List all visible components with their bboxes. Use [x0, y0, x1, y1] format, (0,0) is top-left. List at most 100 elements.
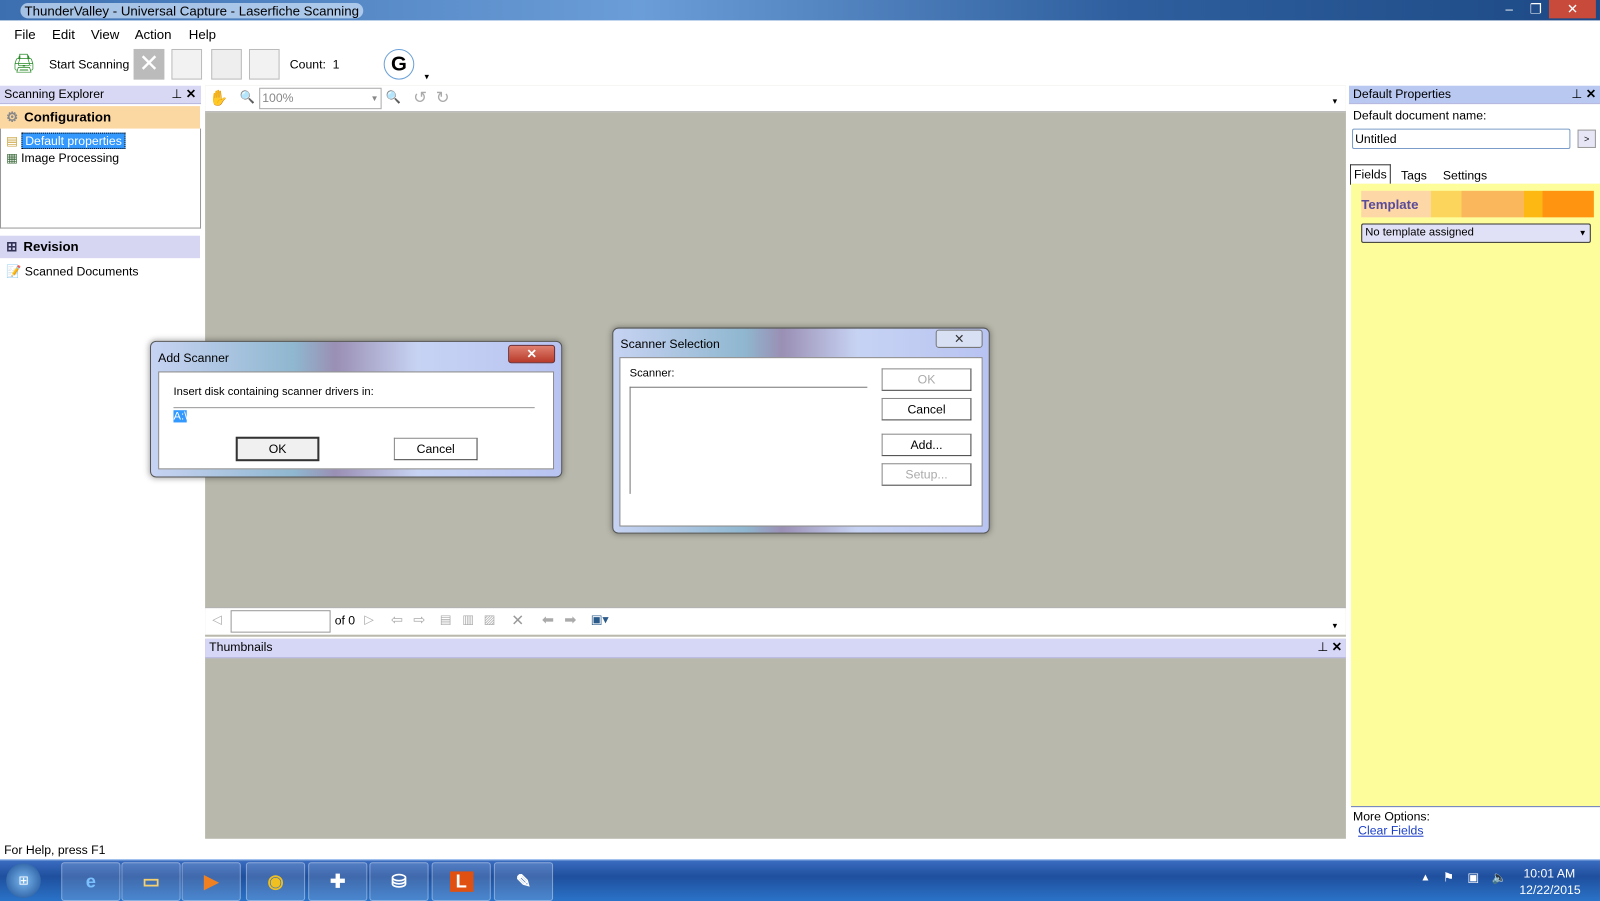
template-select[interactable]: No template assigned ▼	[1361, 223, 1591, 243]
add-button[interactable]: Add...	[881, 433, 972, 457]
nav-overflow-icon[interactable]: ▾	[1333, 620, 1338, 631]
prompt-label: Insert disk containing scanner drivers i…	[173, 385, 374, 398]
clock-date[interactable]: 12/22/2015	[1519, 883, 1580, 897]
laserfiche-icon[interactable]: L	[431, 862, 491, 901]
chrome-icon[interactable]: ◉	[245, 862, 306, 901]
configuration-label: Configuration	[24, 109, 112, 125]
insert-page-icon[interactable]: ▤	[440, 612, 452, 626]
image-page-icon[interactable]: ▨	[484, 612, 496, 626]
doc-name-input[interactable]: Untitled	[1352, 128, 1571, 149]
properties-title: Default Properties	[1353, 86, 1452, 102]
zoom-value: 100%	[262, 90, 294, 106]
back-arrow-icon[interactable]: ⇦	[391, 611, 403, 628]
revision-section[interactable]: ⊞ Revision	[0, 235, 200, 259]
rotate-left-icon[interactable]: ↺	[413, 88, 427, 108]
rotate-right-icon[interactable]: ↻	[436, 88, 450, 108]
delete-icon[interactable]: ✕	[511, 611, 524, 629]
template-header: Template	[1361, 190, 1594, 218]
scanner-app-icon[interactable]: ⛁	[369, 862, 429, 901]
menu-edit[interactable]: Edit	[52, 27, 75, 42]
tab-tags[interactable]: Tags	[1401, 168, 1427, 182]
zoom-select[interactable]: 100% ▼	[259, 87, 382, 110]
clock-time[interactable]: 10:01 AM	[1523, 866, 1575, 880]
menu-help[interactable]: Help	[189, 27, 216, 42]
start-scanning-button[interactable]: 🖨 Start Scanning	[10, 51, 130, 78]
ok-button[interactable]: OK	[235, 436, 320, 462]
scanning-app-icon[interactable]: ✎	[493, 862, 554, 901]
setup-button[interactable]: Setup...	[881, 463, 972, 486]
image-processing-label: Image Processing	[21, 151, 120, 166]
properties-header: Default Properties ⊥ ✕	[1348, 85, 1600, 105]
show-hidden-icons-icon[interactable]: ▲	[1420, 872, 1430, 883]
close-icon[interactable]: ✕	[935, 329, 983, 348]
menu-file[interactable]: File	[14, 27, 35, 42]
revision-icon: ⊞	[6, 238, 18, 255]
menu-view[interactable]: View	[91, 27, 120, 42]
forward-arrow-icon[interactable]: ⇨	[413, 611, 425, 628]
pin-icon[interactable]: ⊥	[171, 86, 182, 103]
thumbnails-header: Thumbnails ⊥ ✕	[205, 638, 1346, 659]
close-panel-icon[interactable]: ✕	[1586, 86, 1596, 103]
ok-button[interactable]: OK	[881, 368, 972, 391]
tab-fields[interactable]: Fields	[1349, 164, 1391, 185]
image-view-icon[interactable]: ▣▾	[591, 612, 609, 626]
close-panel-icon[interactable]: ✕	[1332, 639, 1342, 656]
start-button[interactable]: ⊞	[6, 863, 41, 898]
doc-name-label: Default document name:	[1353, 108, 1487, 123]
file-explorer-icon[interactable]: ▭	[121, 862, 181, 901]
toolbar: 🖨 Start Scanning ✕ Count: 1 G ▾	[0, 45, 1600, 84]
configuration-section[interactable]: ⚙ Configuration	[0, 106, 200, 129]
redo-icon[interactable]: ➡	[564, 611, 576, 628]
hand-icon[interactable]: ✋	[209, 89, 228, 107]
more-options-divider	[1351, 806, 1600, 808]
toolbar-overflow-icon[interactable]: ▾	[424, 71, 429, 82]
close-panel-icon[interactable]: ✕	[186, 86, 196, 103]
scanner-icon: 🖨	[12, 53, 36, 74]
action-center-flag-icon[interactable]: ⚑	[1443, 870, 1454, 884]
pin-icon[interactable]: ⊥	[1571, 86, 1582, 103]
clear-fields-link[interactable]: Clear Fields	[1358, 823, 1423, 837]
scanned-documents-label: Scanned Documents	[24, 264, 139, 279]
prev-page-icon[interactable]: ◁	[212, 612, 221, 626]
page-number-input[interactable]	[230, 610, 331, 633]
add-app-icon[interactable]: ✚	[308, 862, 368, 901]
next-page-icon[interactable]: ▷	[364, 612, 373, 626]
zoom-out-icon[interactable]: 🔍	[386, 90, 401, 104]
media-player-icon[interactable]: ▶	[181, 862, 241, 901]
tree-item-scanned-documents[interactable]: 📝 Scanned Documents	[6, 264, 138, 278]
viewer-overflow-icon[interactable]: ▾	[1333, 96, 1338, 107]
play-pages-icon[interactable]	[171, 48, 203, 80]
pin-icon[interactable]: ⊥	[1317, 639, 1328, 656]
print-icon[interactable]	[211, 48, 242, 80]
stop-icon[interactable]: ✕	[133, 48, 165, 80]
document-icon[interactable]	[248, 48, 280, 80]
split-page-icon[interactable]: ▥	[462, 612, 474, 626]
tree-item-default-properties[interactable]: ▤ Default properties	[6, 132, 126, 149]
template-label: Template	[1361, 196, 1419, 213]
scanned-documents-icon: 📝	[6, 264, 22, 279]
add-scanner-dialog: Add Scanner ✕ Insert disk containing sca…	[149, 340, 563, 478]
close-button[interactable]: ✕	[1548, 0, 1596, 19]
cancel-button[interactable]: Cancel	[881, 397, 972, 421]
tree-item-image-processing[interactable]: ▦ Image Processing	[6, 151, 119, 165]
minimize-button[interactable]: –	[1496, 0, 1523, 18]
network-icon[interactable]: ▣	[1467, 870, 1479, 884]
doc-name-arrow-button[interactable]: >	[1577, 129, 1596, 148]
restore-button[interactable]: ❐	[1522, 0, 1549, 18]
tab-settings[interactable]: Settings	[1443, 168, 1487, 182]
undo-icon[interactable]: ⬅	[542, 611, 554, 628]
globe-icon[interactable]: G	[383, 48, 415, 80]
scanner-label: Scanner:	[629, 367, 675, 380]
internet-explorer-icon[interactable]: e	[61, 862, 121, 901]
count-label: Count:	[289, 57, 326, 72]
chevron-down-icon: ▼	[1578, 228, 1587, 238]
thumbnails-panel: Thumbnails ⊥ ✕	[205, 638, 1346, 839]
menu-action[interactable]: Action	[135, 27, 172, 42]
close-icon[interactable]: ✕	[508, 344, 556, 364]
cancel-button[interactable]: Cancel	[393, 437, 478, 461]
volume-icon[interactable]: 🔈	[1492, 870, 1507, 884]
driver-path-input[interactable]: A:\	[173, 407, 535, 426]
zoom-in-icon[interactable]: 🔍	[240, 90, 255, 104]
thumbnails-title: Thumbnails	[209, 639, 273, 655]
scanner-list[interactable]	[629, 386, 868, 494]
